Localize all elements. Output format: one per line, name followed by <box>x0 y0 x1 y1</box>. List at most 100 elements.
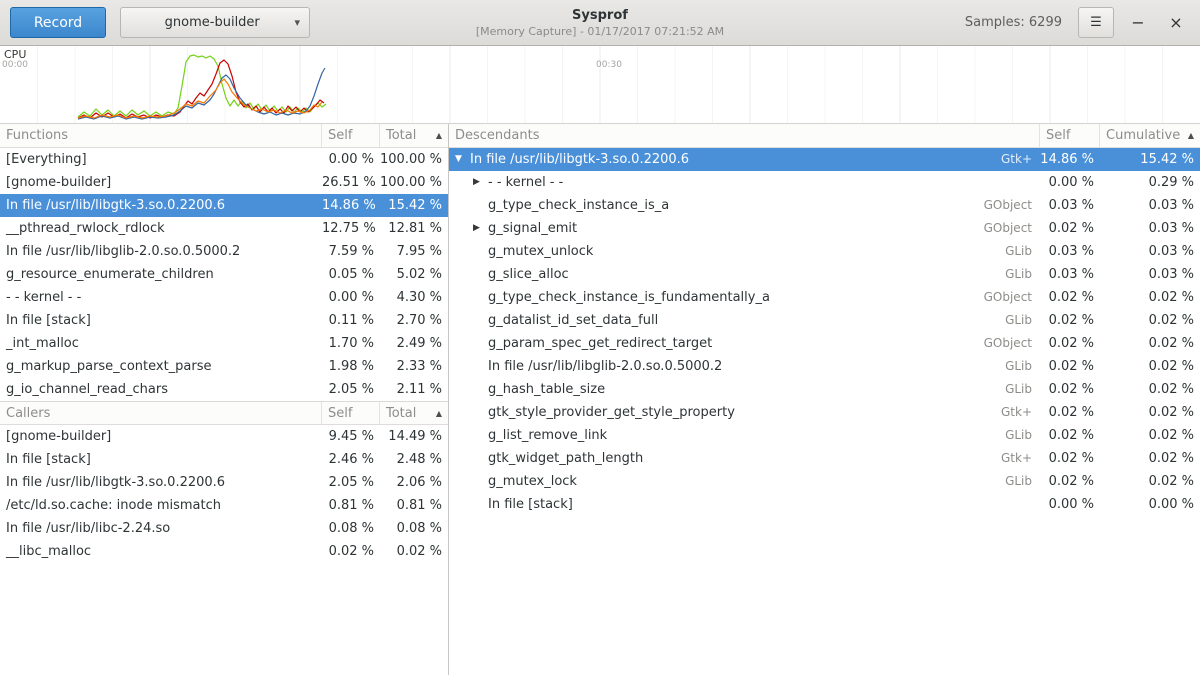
column-header-total[interactable]: Total ▲ <box>380 124 448 147</box>
table-row[interactable]: [gnome-builder] 9.45 % 14.49 % <box>0 425 448 448</box>
sysprof-window: Record gnome-builder ▾ Sysprof [Memory C… <box>0 0 1200 675</box>
functions-table-header: Functions Self Total ▲ <box>0 124 448 148</box>
column-header-self[interactable]: Self <box>1040 124 1100 147</box>
total-percent: 0.02 % <box>380 540 448 563</box>
table-row[interactable]: [Everything] 0.00 % 100.00 % <box>0 148 448 171</box>
function-name: In file /usr/lib/libglib-2.0.so.0.5000.2 <box>488 355 722 378</box>
tree-row[interactable]: g_mutex_lock GLib 0.02 % 0.02 % <box>449 470 1200 493</box>
function-name: In file /usr/lib/libc-2.24.so <box>0 517 322 540</box>
function-name: In file [stack] <box>0 309 322 332</box>
table-row[interactable]: g_io_channel_read_chars 2.05 % 2.11 % <box>0 378 448 401</box>
table-row[interactable]: g_resource_enumerate_children 0.05 % 5.0… <box>0 263 448 286</box>
minimize-button[interactable]: − <box>1124 8 1152 38</box>
cumulative-percent: 0.02 % <box>1100 378 1200 401</box>
tree-row[interactable]: gtk_widget_path_length Gtk+ 0.02 % 0.02 … <box>449 447 1200 470</box>
expander-icon[interactable]: ▼ <box>455 148 470 171</box>
tree-row[interactable]: g_type_check_instance_is_a GObject 0.03 … <box>449 194 1200 217</box>
table-row[interactable]: In file [stack] 0.11 % 2.70 % <box>0 309 448 332</box>
table-row[interactable]: In file [stack] 2.46 % 2.48 % <box>0 448 448 471</box>
self-percent: 26.51 % <box>322 171 380 194</box>
function-name: g_type_check_instance_is_a <box>488 194 669 217</box>
table-row[interactable]: In file /usr/lib/libglib-2.0.so.0.5000.2… <box>0 240 448 263</box>
table-row[interactable]: In file /usr/lib/libgtk-3.so.0.2200.6 14… <box>0 194 448 217</box>
column-header-cumulative[interactable]: Cumulative ▲ <box>1100 124 1200 147</box>
column-label: Self <box>328 128 352 143</box>
total-percent: 7.95 % <box>380 240 448 263</box>
process-selector-value: gnome-builder <box>130 15 294 30</box>
self-percent: 0.08 % <box>322 517 380 540</box>
table-row[interactable]: - - kernel - - 0.00 % 4.30 % <box>0 286 448 309</box>
table-row[interactable]: g_markup_parse_context_parse 1.98 % 2.33… <box>0 355 448 378</box>
column-header-self[interactable]: Self <box>322 402 380 424</box>
table-row[interactable]: [gnome-builder] 26.51 % 100.00 % <box>0 171 448 194</box>
self-percent: 0.03 % <box>1040 263 1100 286</box>
tree-row[interactable]: gtk_style_provider_get_style_property Gt… <box>449 401 1200 424</box>
tree-row[interactable]: g_mutex_unlock GLib 0.03 % 0.03 % <box>449 240 1200 263</box>
self-percent: 0.02 % <box>1040 378 1100 401</box>
table-row[interactable]: In file /usr/lib/libgtk-3.so.0.2200.6 2.… <box>0 471 448 494</box>
tree-row[interactable]: In file /usr/lib/libglib-2.0.so.0.5000.2… <box>449 355 1200 378</box>
tree-row[interactable]: g_slice_alloc GLib 0.03 % 0.03 % <box>449 263 1200 286</box>
tree-row[interactable]: ▶ - - kernel - - 0.00 % 0.29 % <box>449 171 1200 194</box>
cumulative-percent: 0.00 % <box>1100 493 1200 516</box>
column-header-self[interactable]: Self <box>322 124 380 147</box>
descendants-panel: Descendants Self Cumulative ▲ ▼ In file … <box>449 124 1200 675</box>
column-header-total[interactable]: Total ▲ <box>380 402 448 424</box>
tree-name-cell: ▶ - - kernel - - <box>449 171 1040 194</box>
cumulative-percent: 0.02 % <box>1100 470 1200 493</box>
time-label-mid: 00:30 <box>596 60 622 70</box>
self-percent: 0.02 % <box>1040 332 1100 355</box>
tree-row[interactable]: g_type_check_instance_is_fundamentally_a… <box>449 286 1200 309</box>
function-name: g_io_channel_read_chars <box>0 378 322 401</box>
self-percent: 0.02 % <box>1040 447 1100 470</box>
function-name: [gnome-builder] <box>0 171 322 194</box>
cumulative-percent: 0.03 % <box>1100 194 1200 217</box>
menu-button[interactable]: ☰ <box>1078 7 1114 38</box>
close-button[interactable]: × <box>1162 8 1190 38</box>
sort-indicator-icon: ▲ <box>1184 131 1194 140</box>
table-row[interactable]: __pthread_rwlock_rdlock 12.75 % 12.81 % <box>0 217 448 240</box>
tree-row[interactable]: In file [stack] 0.00 % 0.00 % <box>449 493 1200 516</box>
tree-name-cell: g_slice_alloc GLib <box>449 263 1040 286</box>
expander-icon[interactable]: ▶ <box>473 171 488 194</box>
function-name: In file /usr/lib/libgtk-3.so.0.2200.6 <box>470 148 689 171</box>
tree-name-cell: gtk_style_provider_get_style_property Gt… <box>449 401 1040 424</box>
expander-icon[interactable]: ▶ <box>473 217 488 240</box>
tree-name-cell: ▶ g_signal_emit GObject <box>449 217 1040 240</box>
column-label: Total <box>386 128 416 143</box>
column-header-descendants[interactable]: Descendants <box>449 124 1040 147</box>
tree-row[interactable]: g_list_remove_link GLib 0.02 % 0.02 % <box>449 424 1200 447</box>
function-name: gtk_widget_path_length <box>488 447 643 470</box>
self-percent: 0.00 % <box>322 286 380 309</box>
process-selector-dropdown[interactable]: gnome-builder ▾ <box>120 7 310 38</box>
table-row[interactable]: _int_malloc 1.70 % 2.49 % <box>0 332 448 355</box>
total-percent: 2.70 % <box>380 309 448 332</box>
record-button[interactable]: Record <box>10 7 106 38</box>
self-percent: 0.11 % <box>322 309 380 332</box>
total-percent: 2.49 % <box>380 332 448 355</box>
column-header-functions[interactable]: Functions <box>0 124 322 147</box>
table-row[interactable]: In file /usr/lib/libc-2.24.so 0.08 % 0.0… <box>0 517 448 540</box>
library-badge: GObject <box>972 332 1040 355</box>
column-header-callers[interactable]: Callers <box>0 402 322 424</box>
cumulative-percent: 0.02 % <box>1100 309 1200 332</box>
tree-row[interactable]: ▶ g_signal_emit GObject 0.02 % 0.03 % <box>449 217 1200 240</box>
library-badge: Gtk+ <box>989 401 1040 424</box>
table-row[interactable]: /etc/ld.so.cache: inode mismatch 0.81 % … <box>0 494 448 517</box>
library-badge: GLib <box>993 309 1040 332</box>
tree-row[interactable]: g_hash_table_size GLib 0.02 % 0.02 % <box>449 378 1200 401</box>
tree-name-cell: g_mutex_lock GLib <box>449 470 1040 493</box>
total-percent: 15.42 % <box>380 194 448 217</box>
table-row[interactable]: __libc_malloc 0.02 % 0.02 % <box>0 540 448 563</box>
self-percent: 0.02 % <box>1040 424 1100 447</box>
tree-row[interactable]: g_datalist_id_set_data_full GLib 0.02 % … <box>449 309 1200 332</box>
cpu-timeline-graph[interactable]: CPU 00:00 00:30 <box>0 46 1200 124</box>
cumulative-percent: 0.02 % <box>1100 355 1200 378</box>
function-name: __pthread_rwlock_rdlock <box>0 217 322 240</box>
function-name: [Everything] <box>0 148 322 171</box>
tree-row[interactable]: g_param_spec_get_redirect_target GObject… <box>449 332 1200 355</box>
tree-name-cell: gtk_widget_path_length Gtk+ <box>449 447 1040 470</box>
cumulative-percent: 0.02 % <box>1100 332 1200 355</box>
tree-row[interactable]: ▼ In file /usr/lib/libgtk-3.so.0.2200.6 … <box>449 148 1200 171</box>
cumulative-percent: 0.02 % <box>1100 286 1200 309</box>
